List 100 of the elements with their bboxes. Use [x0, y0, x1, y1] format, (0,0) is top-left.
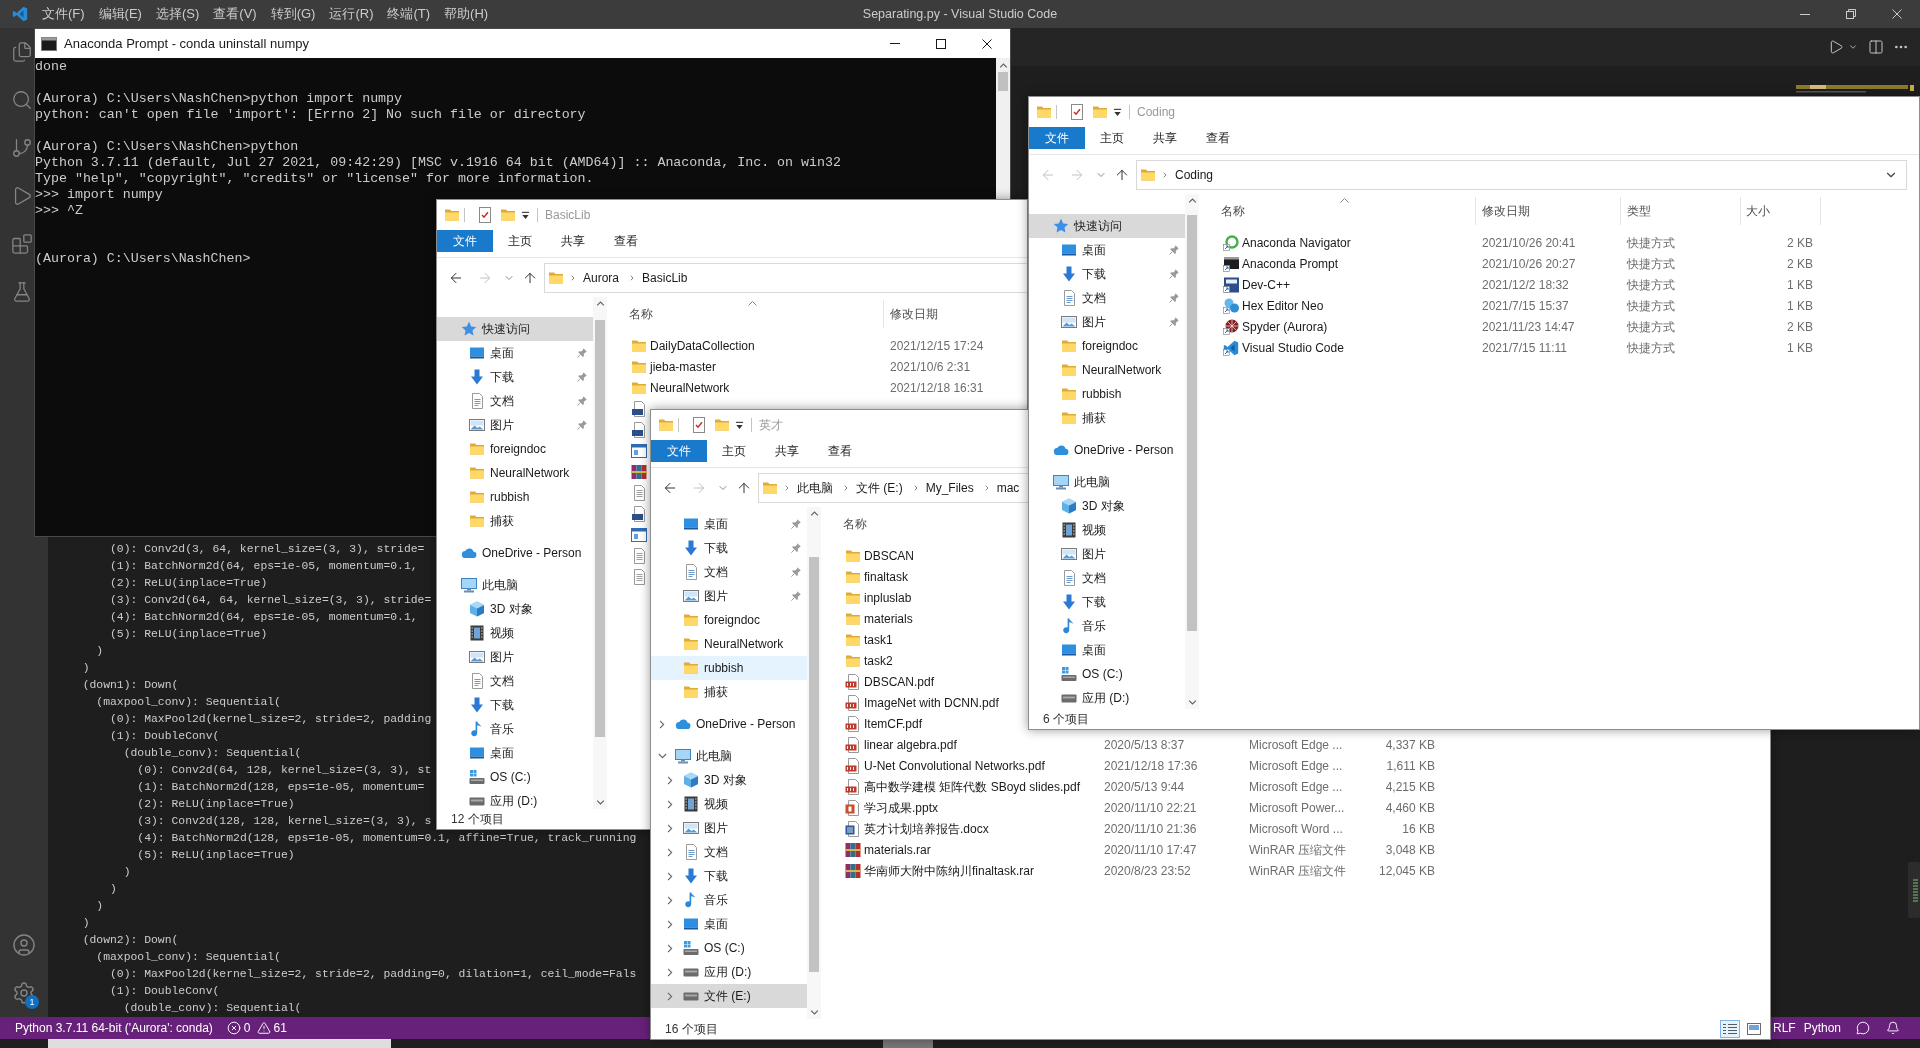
address-bar[interactable]: Coding: [1136, 159, 1907, 190]
chevron-right-icon[interactable]: [667, 991, 673, 1001]
eol-status[interactable]: RLF: [1772, 1019, 1796, 1037]
file-name[interactable]: 学习成果.pptx: [864, 798, 938, 817]
file-name[interactable]: finaltask: [864, 567, 909, 586]
path-segment[interactable]: Aurora: [579, 266, 624, 289]
menu-item[interactable]: 查看(V): [206, 0, 264, 28]
nav-item[interactable]: 图片: [1029, 542, 1185, 566]
nav-item[interactable]: 图片: [437, 413, 593, 437]
nav-item[interactable]: 此电脑: [1029, 470, 1185, 494]
column-header[interactable]: 类型: [1621, 197, 1741, 225]
file-name[interactable]: Spyder (Aurora): [1242, 317, 1328, 336]
scroll-up-icon[interactable]: [998, 63, 1008, 68]
path-segment[interactable]: mac: [992, 476, 1024, 499]
nav-item[interactable]: 此电脑: [651, 744, 807, 768]
file-name[interactable]: 华南师大附中陈纳川finaltask.rar: [864, 861, 1035, 880]
chevron-right-icon[interactable]: [667, 919, 673, 929]
scrollbar-thumb[interactable]: [595, 320, 605, 737]
search-icon[interactable]: [11, 89, 33, 111]
nav-item[interactable]: 下载: [1029, 590, 1185, 614]
file-name[interactable]: materials.rar: [864, 840, 931, 859]
bell-icon[interactable]: [1886, 1021, 1900, 1035]
ribbon-tab[interactable]: 文件: [1029, 127, 1085, 149]
menu-item[interactable]: 编辑(E): [91, 0, 149, 28]
nav-item[interactable]: 应用 (D:): [651, 960, 807, 984]
scroll-up-icon[interactable]: [595, 301, 605, 306]
problems-status[interactable]: 0 61: [226, 1019, 287, 1037]
file-name[interactable]: 英才计划培养报告.docx: [864, 819, 989, 838]
language-status[interactable]: Python: [1803, 1019, 1841, 1037]
nav-item[interactable]: OS (C:): [1029, 662, 1185, 686]
nav-item[interactable]: rubbish: [651, 656, 807, 680]
nav-item[interactable]: 捕获: [437, 509, 593, 533]
checklist-icon[interactable]: [477, 207, 493, 223]
details-view-button[interactable]: [1720, 1020, 1740, 1038]
chat-icon[interactable]: [1856, 1021, 1870, 1035]
nav-item[interactable]: 桌面: [651, 912, 807, 936]
nav-item[interactable]: 图片: [651, 816, 807, 840]
nav-item[interactable]: foreigndoc: [651, 608, 807, 632]
flask-icon[interactable]: [11, 281, 33, 303]
file-name[interactable]: Anaconda Prompt: [1242, 254, 1339, 273]
file-name[interactable]: ImageNet with DCNN.pdf: [864, 693, 999, 712]
chevron-right-icon[interactable]: [667, 799, 673, 809]
nav-item[interactable]: 文档: [437, 669, 593, 693]
ribbon-tab[interactable]: 共享: [760, 440, 813, 462]
nav-item[interactable]: OS (C:): [437, 765, 593, 789]
nav-item[interactable]: 3D 对象: [1029, 494, 1185, 518]
checklist-icon[interactable]: [1069, 104, 1085, 120]
ribbon-tab[interactable]: 查看: [1191, 127, 1244, 149]
column-header[interactable]: 名称: [621, 300, 884, 328]
ribbon-tab[interactable]: 主页: [707, 440, 760, 462]
nav-item[interactable]: 下载: [651, 536, 807, 560]
menu-item[interactable]: 选择(S): [148, 0, 207, 28]
nav-item[interactable]: 下载: [651, 864, 807, 888]
nav-item[interactable]: 桌面: [1029, 638, 1185, 662]
file-name[interactable]: ItemCF.pdf: [864, 714, 923, 733]
run-icon[interactable]: [1828, 39, 1844, 55]
tiles-view-button[interactable]: [1744, 1020, 1764, 1038]
path-segment[interactable]: Coding: [1171, 163, 1218, 186]
scroll-up-icon[interactable]: [1187, 198, 1197, 203]
file-name[interactable]: materials: [864, 609, 913, 628]
nav-item[interactable]: rubbish: [1029, 382, 1185, 406]
nav-item[interactable]: foreigndoc: [437, 437, 593, 461]
file-name[interactable]: DBSCAN.pdf: [864, 672, 935, 691]
scrollbar-thumb[interactable]: [809, 557, 819, 972]
menu-item[interactable]: 终端(T): [380, 0, 438, 28]
nav-item[interactable]: 捕获: [1029, 406, 1185, 430]
scroll-down-icon[interactable]: [809, 1010, 819, 1015]
column-header[interactable]: 大小: [1741, 197, 1821, 225]
nav-item[interactable]: 3D 对象: [651, 768, 807, 792]
file-name[interactable]: inpluslab: [864, 588, 912, 607]
file-name[interactable]: NeuralNetwork: [650, 378, 730, 397]
nav-item[interactable]: 桌面: [1029, 238, 1185, 262]
nav-item[interactable]: OneDrive - Person: [1029, 438, 1185, 462]
ribbon-tab[interactable]: 主页: [1085, 127, 1138, 149]
nav-item[interactable]: 下载: [437, 365, 593, 389]
nav-item[interactable]: 视频: [437, 621, 593, 645]
nav-item[interactable]: 快速访问: [1029, 214, 1185, 238]
file-name[interactable]: Dev-C++: [1242, 275, 1291, 294]
file-name[interactable]: 高中数学建模 矩阵代数 SBoyd slides.pdf: [864, 777, 1081, 796]
scroll-down-icon[interactable]: [595, 800, 605, 805]
nav-item[interactable]: 下载: [437, 693, 593, 717]
nav-item[interactable]: 应用 (D:): [1029, 686, 1185, 709]
nav-item[interactable]: 桌面: [437, 741, 593, 765]
path-segment[interactable]: BasicLib: [638, 266, 692, 289]
interpreter-status[interactable]: Python 3.7.11 64-bit ('Aurora': conda): [15, 1019, 213, 1037]
branch-icon[interactable]: [11, 137, 33, 159]
menu-item[interactable]: 帮助(H): [437, 0, 496, 28]
nav-item[interactable]: 文档: [1029, 286, 1185, 310]
file-name[interactable]: DailyDataCollection: [650, 336, 755, 355]
file-name[interactable]: linear algebra.pdf: [864, 735, 957, 754]
column-header[interactable]: 名称: [1213, 197, 1476, 225]
file-name[interactable]: task1: [864, 630, 893, 649]
column-header[interactable]: 修改日期: [1476, 197, 1621, 225]
scroll-up-icon[interactable]: [809, 511, 819, 516]
scrollbar-thumb[interactable]: [1187, 215, 1197, 631]
nav-item[interactable]: NeuralNetwork: [651, 632, 807, 656]
nav-item[interactable]: foreigndoc: [1029, 334, 1185, 358]
path-segment[interactable]: My_Files: [921, 476, 978, 499]
nav-item[interactable]: 下载: [1029, 262, 1185, 286]
chevron-right-icon[interactable]: [667, 943, 673, 953]
